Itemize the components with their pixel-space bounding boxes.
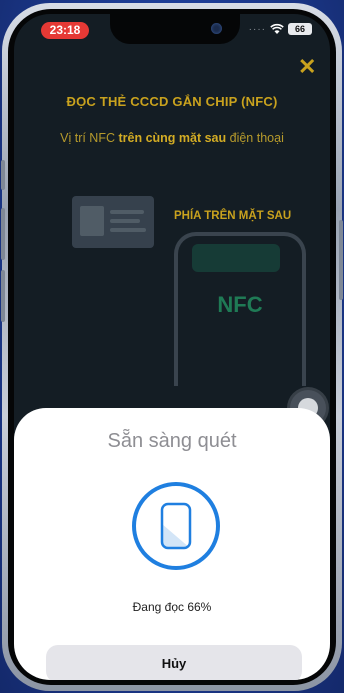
status-time: 23:18 xyxy=(41,22,89,39)
nfc-label: NFC xyxy=(217,292,263,317)
id-card-line xyxy=(110,210,144,214)
phone-back-illustration: NFC xyxy=(174,232,306,386)
back-position-label: PHÍA TRÊN MẶT SAU xyxy=(174,210,292,222)
nfc-chip-area xyxy=(192,244,280,272)
hint-text-before: Vị trí NFC xyxy=(60,131,119,145)
close-button[interactable]: ✕ xyxy=(298,56,316,78)
side-button-volume-down xyxy=(1,270,5,322)
side-button-volume-up xyxy=(1,208,5,260)
status-bar: 23:18 ···· 66 xyxy=(14,14,330,50)
close-icon: ✕ xyxy=(298,54,317,79)
side-button-mute xyxy=(1,160,5,190)
reading-progress-text: Đang đọc 66% xyxy=(132,600,212,614)
phone-screen: 23:18 ···· 66 ✕ ĐỌC THẺ CCCD GẮN CHIP (N… xyxy=(14,14,330,680)
id-card-line xyxy=(110,228,146,232)
battery-icon: 66 xyxy=(288,23,312,35)
hint-text-bold: trên cùng mặt sau xyxy=(118,131,227,145)
phone-scan-icon xyxy=(160,502,192,550)
nfc-scan-sheet: Sẵn sàng quét Đang đọc 66% Hủy xyxy=(14,408,330,680)
front-camera xyxy=(211,23,222,34)
id-card-line xyxy=(110,219,140,223)
sheet-title: Sẵn sàng quét xyxy=(107,430,237,452)
id-card-photo xyxy=(80,206,104,236)
notch xyxy=(110,14,240,44)
side-button-power xyxy=(339,220,343,300)
cancel-button[interactable]: Hủy xyxy=(46,645,302,680)
nfc-position-hint: Vị trí NFC trên cùng mặt sau điện thoại xyxy=(14,131,330,145)
status-icons: ···· 66 xyxy=(249,23,312,35)
wifi-icon xyxy=(270,23,284,34)
page-title: ĐỌC THẺ CCCD GẮN CHIP (NFC) xyxy=(66,94,278,109)
signal-icon: ···· xyxy=(248,23,266,35)
hint-text-after: điện thoại xyxy=(226,131,284,145)
id-card-illustration xyxy=(72,196,154,248)
scan-progress-ring xyxy=(132,482,220,570)
